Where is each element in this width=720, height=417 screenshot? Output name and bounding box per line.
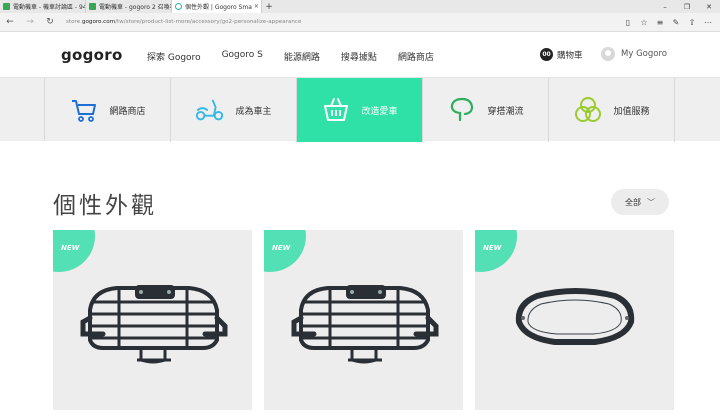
new-badge-label: NEW (272, 244, 291, 252)
tab-title: 電動機車 - gogoro 2 召喚客 (99, 4, 172, 11)
window-controls: – ❐ ✕ (654, 0, 720, 13)
category-value-added-services[interactable]: 加值服務 (549, 78, 675, 142)
back-icon[interactable]: ← (0, 13, 20, 32)
url-prefix: store. (66, 19, 82, 25)
account-link[interactable]: My Gogoro (601, 47, 667, 61)
cart-label: 購物車 (557, 50, 583, 61)
more-icon[interactable]: ⋯ (700, 13, 716, 32)
browser-toolbar: ▯ ☆ ≡ ✎ ⇧ ⋯ (620, 13, 720, 32)
browser-tab[interactable]: 電動機車 - gogoro 2 召喚客 ✕ (86, 0, 172, 13)
new-badge-label: NEW (61, 244, 80, 252)
close-window-icon[interactable]: ✕ (698, 0, 720, 13)
category-label: 網路商店 (109, 106, 146, 117)
cart-icon (69, 95, 99, 125)
product-card[interactable]: NEW (264, 230, 463, 410)
hub-icon[interactable]: ≡ (652, 13, 668, 32)
nav-explore-gogoro[interactable]: 探索 Gogoro (147, 50, 201, 63)
cart-count-badge: 00 (540, 48, 553, 61)
category-modify-scooter[interactable]: 改造愛車 (297, 78, 423, 142)
address-bar: ← → ↻ store.gogoro.com/tw/store/product-… (0, 13, 720, 32)
share-icon[interactable]: ⇧ (684, 13, 700, 32)
category-label: 改造愛車 (361, 106, 398, 117)
category-label: 成為車主 (235, 106, 272, 117)
category-label: 穿搭潮流 (487, 106, 524, 117)
browser-tab-active[interactable]: 個性外觀 | Gogoro Sma ✕ (172, 0, 262, 13)
new-tab-button[interactable]: + (262, 0, 276, 13)
tab-title: 個性外觀 | Gogoro Sma (185, 4, 252, 11)
nav-energy-network[interactable]: 能源網路 (284, 50, 320, 63)
reading-view-icon[interactable]: ▯ (620, 13, 636, 32)
product-card[interactable]: NEW (475, 230, 674, 410)
minimize-icon[interactable]: – (654, 0, 676, 13)
url-domain: gogoro.com (81, 19, 116, 25)
filter-dropdown[interactable]: 全部 ﹀ (611, 189, 669, 215)
category-apparel[interactable]: 穿搭潮流 (423, 78, 549, 142)
cart-link[interactable]: 00 購物車 (540, 48, 583, 61)
category-online-store[interactable]: 網路商店 (45, 78, 171, 142)
apparel-icon (447, 95, 477, 125)
url-field[interactable]: store.gogoro.com/tw/store/product-list-m… (66, 19, 620, 25)
site-favicon-icon (3, 3, 10, 10)
nav-find-locations[interactable]: 搜尋據點 (341, 50, 377, 63)
close-tab-icon[interactable]: ✕ (252, 3, 259, 10)
page-title: 個性外觀 (53, 193, 157, 219)
site-header: gogoro 探索 Gogoro Gogoro S 能源網路 搜尋據點 網路商店… (0, 33, 720, 77)
url-path: /tw/store/product-list-more/accessory/go… (115, 19, 302, 25)
new-badge-label: NEW (483, 244, 502, 252)
services-icon (573, 95, 603, 125)
account-label: My Gogoro (621, 49, 667, 59)
filter-label: 全部 (625, 197, 641, 207)
category-bar: 網路商店 成為車主 改造愛車 穿搭潮流 加值服務 (0, 77, 720, 142)
forward-icon[interactable]: → (20, 13, 40, 32)
category-become-owner[interactable]: 成為車主 (171, 78, 297, 142)
nav-gogoro-s[interactable]: Gogoro S (222, 50, 263, 63)
nav-online-store[interactable]: 網路商店 (398, 50, 434, 63)
scooter-icon (195, 95, 225, 125)
chevron-down-icon: ﹀ (647, 197, 655, 207)
browser-tab[interactable]: 電動機車 - 機車討論區 - 94c ✕ (0, 0, 86, 13)
main-nav: 探索 Gogoro Gogoro S 能源網路 搜尋據點 網路商店 (147, 50, 455, 63)
refresh-icon[interactable]: ↻ (40, 13, 60, 32)
tab-title: 電動機車 - 機車討論區 - 94c (13, 4, 86, 11)
avatar-icon (601, 47, 615, 61)
category-bar-edge (0, 78, 45, 141)
basket-icon (321, 95, 351, 125)
site-favicon-icon (175, 3, 182, 10)
browser-tab-bar: 電動機車 - 機車討論區 - 94c ✕ 電動機車 - gogoro 2 召喚客… (0, 0, 720, 13)
favorite-star-icon[interactable]: ☆ (636, 13, 652, 32)
product-card[interactable]: NEW (53, 230, 252, 410)
gogoro-logo[interactable]: gogoro (61, 46, 123, 64)
category-label: 加值服務 (613, 106, 650, 117)
notes-icon[interactable]: ✎ (668, 13, 684, 32)
site-favicon-icon (89, 3, 96, 10)
maximize-icon[interactable]: ❐ (676, 0, 698, 13)
